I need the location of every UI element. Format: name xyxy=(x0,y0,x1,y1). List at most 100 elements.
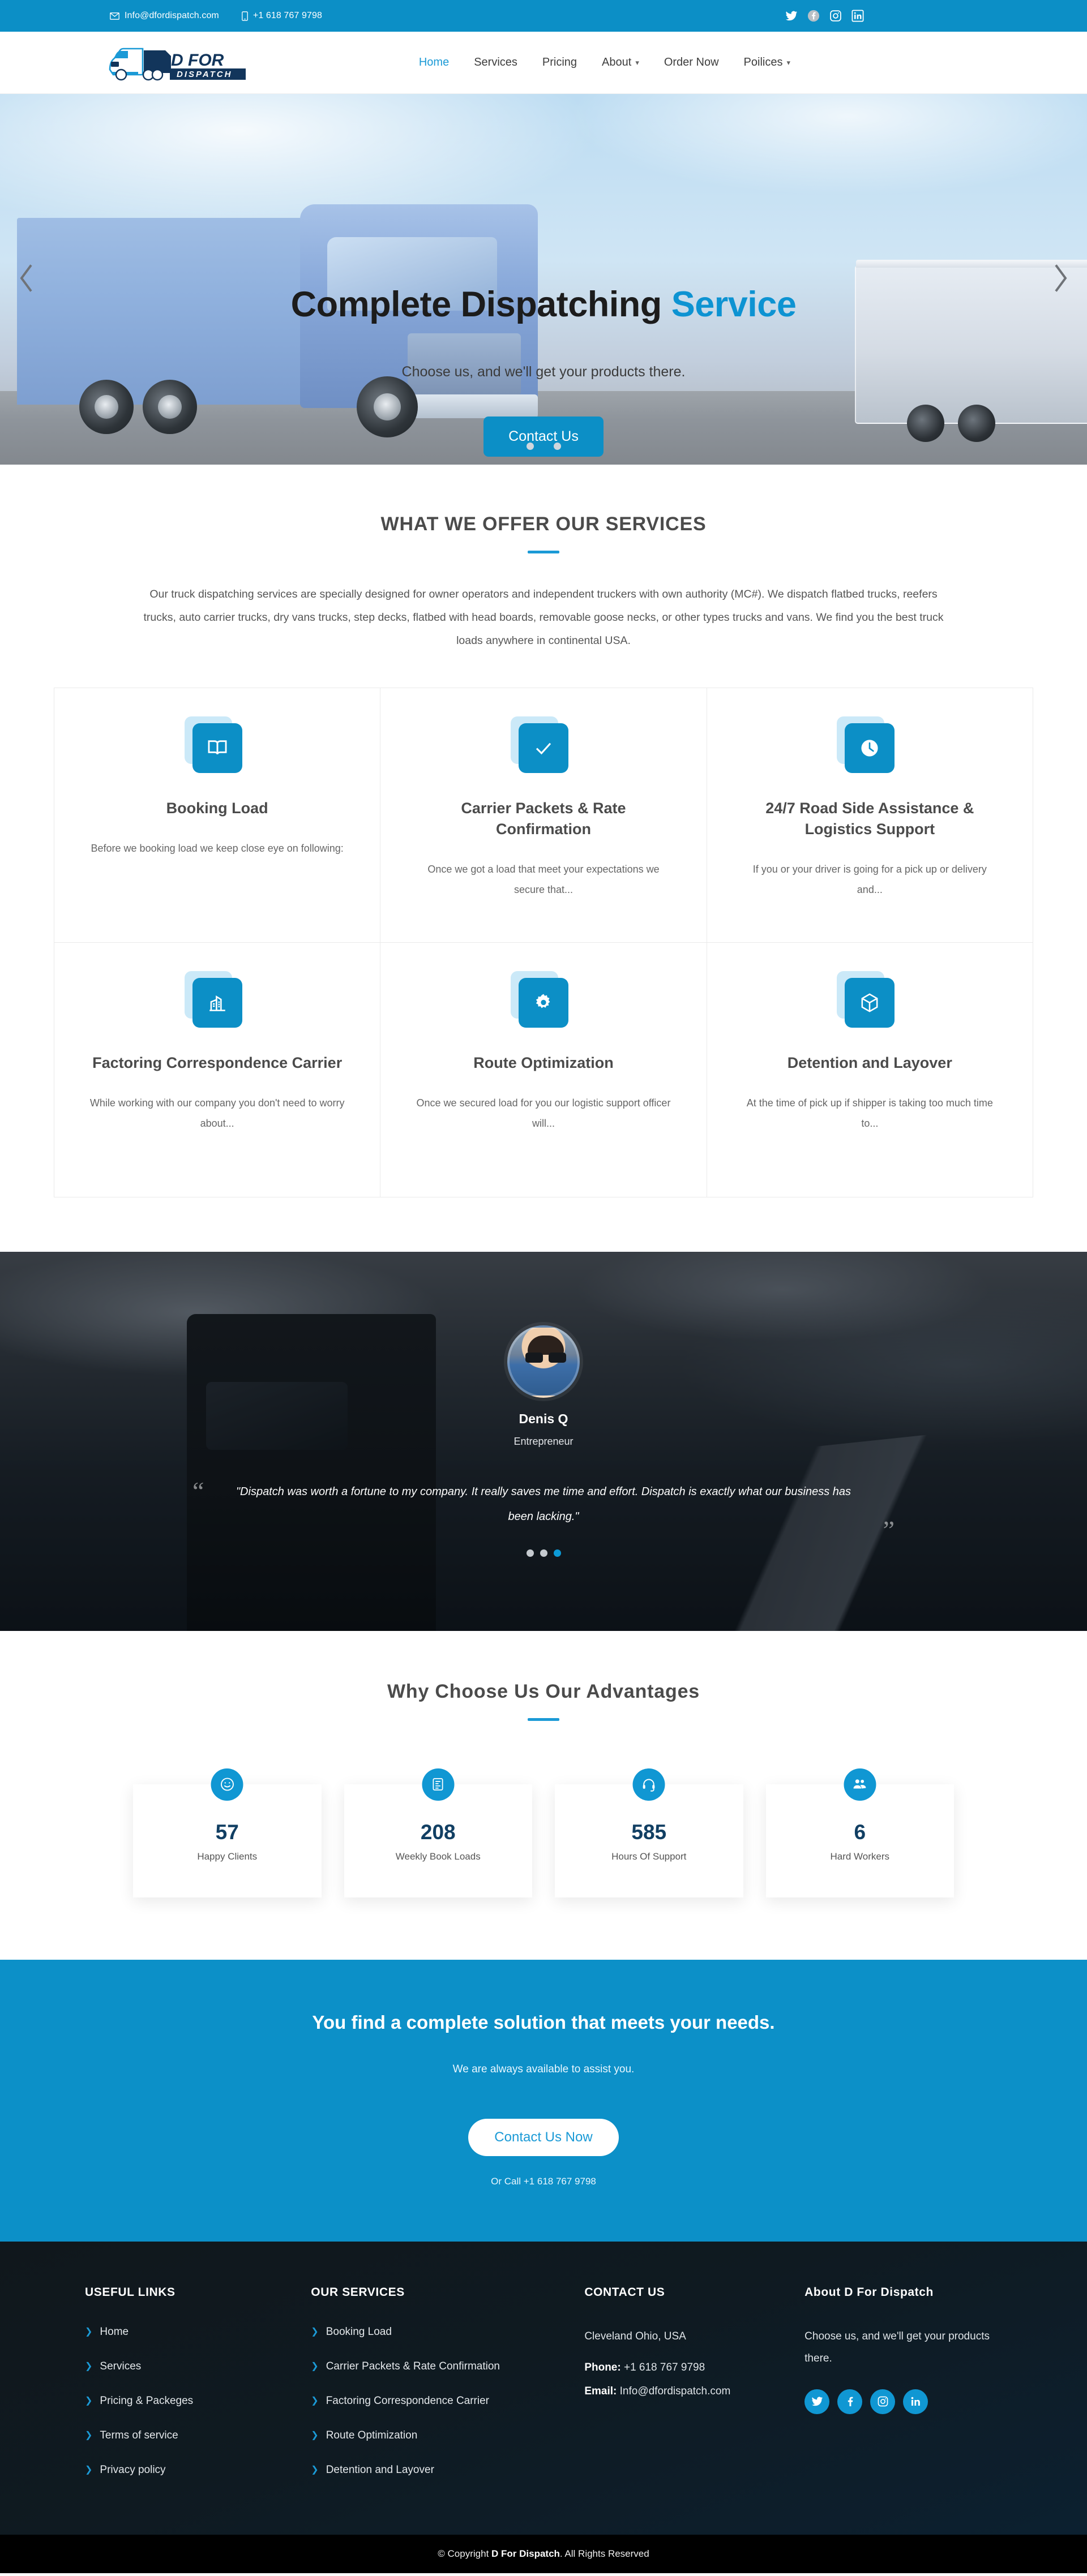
chevron-right-icon: ❯ xyxy=(85,2326,93,2337)
heading-underline xyxy=(528,1718,559,1721)
footer-link-privacy-policy[interactable]: ❯ Privacy policy xyxy=(85,2464,288,2476)
topbar-phone-link[interactable]: +1 618 767 9798 xyxy=(242,11,322,21)
footer-phone-value[interactable]: +1 618 767 9798 xyxy=(624,2362,705,2373)
stat-icon-wrapper xyxy=(211,1768,243,1801)
service-card-road-side-assistance[interactable]: 24/7 Road Side Assistance & Logistics Su… xyxy=(707,688,1033,943)
testimonial-dot-1[interactable] xyxy=(526,1549,534,1557)
nav-item-about[interactable]: About ▾ xyxy=(602,56,639,69)
services-card-grid: Booking Load Before we booking load we k… xyxy=(54,687,1033,1197)
footer-column-useful-links: USEFUL LINKS ❯ Home ❯ Services ❯ Pricing & … xyxy=(85,2286,288,2498)
footer-link-factoring-correspondence[interactable]: ❯ Factoring Correspondence Carrier xyxy=(311,2395,562,2407)
site-logo[interactable]: D FOR DISPATCH xyxy=(104,42,251,83)
service-card-carrier-packets[interactable]: Carrier Packets & Rate Confirmation Once… xyxy=(380,688,707,943)
service-card-booking-load[interactable]: Booking Load Before we booking load we k… xyxy=(54,688,381,943)
nav-item-pricing[interactable]: Pricing xyxy=(542,56,577,69)
footer-link-label: Terms of service xyxy=(100,2429,178,2441)
hero-dot-1[interactable] xyxy=(526,443,534,450)
cube-icon xyxy=(861,993,878,1012)
footer-link-home[interactable]: ❯ Home xyxy=(85,2326,288,2338)
nav-item-home[interactable]: Home xyxy=(419,56,449,69)
service-card-text: While working with our company you don't… xyxy=(89,1097,345,1130)
footer-link-label: Booking Load xyxy=(326,2325,392,2338)
stat-label: Hard Workers xyxy=(830,1851,890,1862)
why-choose-heading: Why Choose Us Our Advantages xyxy=(387,1680,700,1702)
twitter-icon[interactable] xyxy=(804,2389,830,2414)
footer-link-label: Privacy policy xyxy=(100,2463,166,2476)
hero-dot-2[interactable] xyxy=(540,443,547,450)
copyright-brand: D For Dispatch xyxy=(491,2548,560,2559)
avatar xyxy=(507,1325,580,1398)
twitter-icon[interactable] xyxy=(785,10,798,22)
stat-icon-wrapper xyxy=(844,1768,876,1801)
service-card-detention-layover[interactable]: Detention and Layover At the time of pic… xyxy=(707,942,1033,1197)
facebook-icon[interactable] xyxy=(837,2389,863,2414)
chevron-right-icon: ❯ xyxy=(311,2395,319,2406)
people-icon xyxy=(853,1779,866,1789)
nav-item-order-now[interactable]: Order Now xyxy=(664,56,719,69)
footer-link-booking-load[interactable]: ❯ Booking Load xyxy=(311,2326,562,2338)
footer-heading: About D For Dispatch xyxy=(804,2285,934,2299)
chevron-down-icon: ▾ xyxy=(635,58,639,67)
clock-icon xyxy=(861,740,878,757)
footer-socials xyxy=(804,2389,1002,2414)
chevron-right-icon: ❯ xyxy=(311,2430,319,2440)
hero-prev-arrow[interactable] xyxy=(17,263,36,296)
hero-title-accent: Service xyxy=(671,285,797,324)
footer-column-about: About D For Dispatch Choose us, and we'l… xyxy=(804,2286,1002,2498)
chevron-right-icon: ❯ xyxy=(311,2465,319,2475)
nav-label: About xyxy=(602,56,632,68)
footer-link-route-optimization[interactable]: ❯ Route Optimization xyxy=(311,2429,562,2442)
hero-contact-us-button[interactable]: Contact Us xyxy=(483,417,604,457)
instagram-icon[interactable] xyxy=(829,10,842,22)
stat-icon-wrapper xyxy=(422,1768,455,1801)
footer-about-text: Choose us, and we'll get your products t… xyxy=(804,2330,990,2364)
stat-card-happy-clients: 57 Happy Clients xyxy=(133,1768,322,1897)
hero-pagination-dots xyxy=(0,443,1087,450)
svg-text:D FOR: D FOR xyxy=(171,51,224,70)
service-card-text: Before we booking load we keep close eye… xyxy=(91,843,344,855)
site-header: D FOR DISPATCH Home Services Pricing Abo… xyxy=(0,32,1087,94)
testimonial-dot-2[interactable] xyxy=(540,1549,547,1557)
footer-columns: USEFUL LINKS ❯ Home ❯ Services ❯ Pricing & … xyxy=(85,2286,1002,2498)
gear-icon xyxy=(536,994,550,1008)
footer-link-terms-of-service[interactable]: ❯ Terms of service xyxy=(85,2429,288,2442)
linkedin-icon[interactable] xyxy=(851,10,864,22)
footer-link-label: Carrier Packets & Rate Confirmation xyxy=(326,2360,500,2372)
footer-link-label: Home xyxy=(100,2325,129,2338)
footer-link-carrier-packets[interactable]: ❯ Carrier Packets & Rate Confirmation xyxy=(311,2360,562,2373)
service-card-text: Once we secured load for you our logisti… xyxy=(416,1097,671,1130)
service-card-route-optimization[interactable]: Route Optimization Once we secured load … xyxy=(380,942,707,1197)
testimonial-dot-3[interactable] xyxy=(553,1549,561,1557)
chevron-right-icon: ❯ xyxy=(85,2361,93,2371)
linkedin-icon[interactable] xyxy=(903,2389,928,2414)
services-lead-paragraph: Our truck dispatching services are speci… xyxy=(143,588,944,647)
nav-item-poilices[interactable]: Poilices ▾ xyxy=(744,56,790,69)
service-card-icon xyxy=(510,716,568,773)
services-heading: WHAT WE OFFER OUR SERVICES xyxy=(380,513,707,535)
hero-next-arrow[interactable] xyxy=(1051,263,1070,296)
stat-card-hours-of-support: 585 Hours Of Support xyxy=(555,1768,743,1897)
service-card-icon xyxy=(837,971,895,1028)
footer-heading: CONTACT US xyxy=(584,2285,665,2299)
main-navigation: Home Services Pricing About ▾ Order Now P… xyxy=(419,56,790,69)
service-card-factoring-correspondence[interactable]: Factoring Correspondence Carrier While w… xyxy=(54,942,381,1197)
footer-email-value[interactable]: Info@dfordispatch.com xyxy=(620,2385,731,2397)
cta-contact-us-now-button[interactable]: Contact Us Now xyxy=(468,2118,619,2156)
footer-link-pricing-packeges[interactable]: ❯ Pricing & Packeges xyxy=(85,2395,288,2407)
quote-open-icon: “ xyxy=(192,1476,204,1505)
headset-icon xyxy=(643,1779,655,1792)
footer-link-label: Pricing & Packeges xyxy=(100,2394,194,2407)
stat-card-hard-workers: 6 Hard Workers xyxy=(765,1768,954,1897)
top-bar-socials xyxy=(785,10,864,22)
facebook-icon[interactable] xyxy=(807,10,820,22)
hero-dot-3[interactable] xyxy=(553,443,561,450)
envelope-icon xyxy=(110,12,119,20)
nav-item-services[interactable]: Services xyxy=(474,56,517,69)
instagram-icon[interactable] xyxy=(870,2389,896,2414)
footer-link-detention-layover[interactable]: ❯ Detention and Layover xyxy=(311,2464,562,2476)
topbar-email-link[interactable]: Info@dfordispatch.com xyxy=(110,11,219,21)
stat-icon-wrapper xyxy=(632,1768,665,1801)
footer-link-services[interactable]: ❯ Services xyxy=(85,2360,288,2373)
stat-number: 57 xyxy=(215,1820,239,1844)
chevron-right-icon: ❯ xyxy=(311,2326,319,2337)
